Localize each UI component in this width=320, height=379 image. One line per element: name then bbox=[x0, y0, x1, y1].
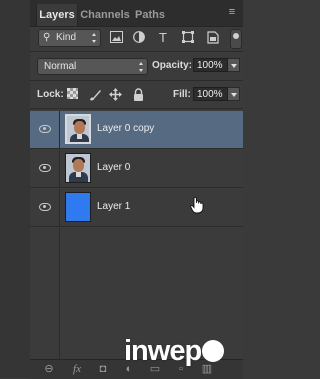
layer-row-layer-0-copy[interactable]: Layer 0 copy bbox=[30, 111, 243, 149]
select-arrows-icon bbox=[139, 62, 144, 72]
add-mask-icon[interactable]: ◘ bbox=[96, 363, 110, 376]
layer-row-layer-0[interactable]: Layer 0 bbox=[30, 150, 243, 188]
shape-filter-icon[interactable] bbox=[181, 31, 195, 45]
lock-all-icon[interactable] bbox=[132, 88, 145, 101]
pixel-filter-icon[interactable] bbox=[109, 31, 123, 45]
eye-icon[interactable] bbox=[39, 125, 51, 133]
fill-dropdown-button[interactable] bbox=[228, 87, 240, 101]
tab-channels[interactable]: Channels bbox=[80, 4, 130, 26]
layer-thumbnail bbox=[65, 192, 91, 222]
toggle-knob bbox=[233, 33, 239, 39]
lock-image-pixels-icon[interactable] bbox=[89, 88, 102, 101]
tab-layers[interactable]: Layers bbox=[36, 4, 78, 26]
link-layers-icon[interactable]: ⊖ bbox=[42, 363, 56, 376]
visibility-cell[interactable] bbox=[30, 189, 60, 227]
smart-object-filter-icon[interactable] bbox=[206, 31, 220, 45]
watermark-logo: inwep bbox=[124, 335, 225, 368]
layer-row-layer-1[interactable]: Layer 1 bbox=[30, 189, 243, 227]
adjustment-filter-icon[interactable] bbox=[132, 31, 146, 45]
fill-input[interactable]: 100% bbox=[193, 87, 228, 101]
layer-style-icon[interactable]: fx bbox=[70, 363, 84, 376]
panel-gutter bbox=[0, 0, 30, 378]
filter-toggle-switch[interactable] bbox=[230, 29, 242, 49]
visibility-cell[interactable] bbox=[30, 111, 60, 149]
search-icon: ⚲ bbox=[43, 32, 51, 43]
divider bbox=[30, 80, 243, 81]
watermark-text: inwep bbox=[124, 335, 202, 367]
layer-name[interactable]: Layer 0 copy bbox=[97, 123, 154, 134]
layers-panel: Layers Channels Paths ≡ ⚲ Kind T Normal … bbox=[0, 0, 243, 379]
tab-paths[interactable]: Paths bbox=[134, 4, 166, 26]
filter-kind-label: Kind bbox=[56, 32, 77, 43]
layer-name[interactable]: Layer 1 bbox=[97, 201, 130, 212]
empty-visibility-column bbox=[30, 228, 60, 359]
lock-position-icon[interactable] bbox=[109, 88, 122, 101]
eye-icon[interactable] bbox=[39, 203, 51, 211]
blend-mode-value: Normal bbox=[44, 61, 77, 72]
eye-icon[interactable] bbox=[39, 164, 51, 172]
layer-thumbnail bbox=[65, 114, 91, 144]
lock-transparent-pixels-icon[interactable] bbox=[67, 88, 78, 99]
opacity-dropdown-button[interactable] bbox=[228, 58, 240, 72]
divider bbox=[30, 51, 243, 52]
panel-tab-bar: Layers Channels Paths ≡ bbox=[30, 0, 243, 27]
layer-name[interactable]: Layer 0 bbox=[97, 162, 130, 173]
type-filter-icon[interactable]: T bbox=[156, 31, 170, 45]
lock-label: Lock: bbox=[37, 89, 64, 100]
layers-list: Layer 0 copy Layer 0 Layer 1 bbox=[30, 109, 243, 359]
filter-kind-select[interactable]: ⚲ Kind bbox=[38, 29, 101, 47]
layer-thumbnail bbox=[65, 153, 91, 183]
hand-cursor-icon bbox=[190, 196, 204, 214]
visibility-cell[interactable] bbox=[30, 150, 60, 188]
fill-label: Fill: bbox=[173, 89, 191, 100]
select-arrows-icon bbox=[92, 33, 97, 43]
panel-menu-icon[interactable]: ≡ bbox=[225, 6, 239, 18]
blend-mode-select[interactable]: Normal bbox=[37, 58, 148, 75]
opacity-label: Opacity: bbox=[152, 60, 193, 71]
opacity-input[interactable]: 100% bbox=[193, 58, 228, 72]
